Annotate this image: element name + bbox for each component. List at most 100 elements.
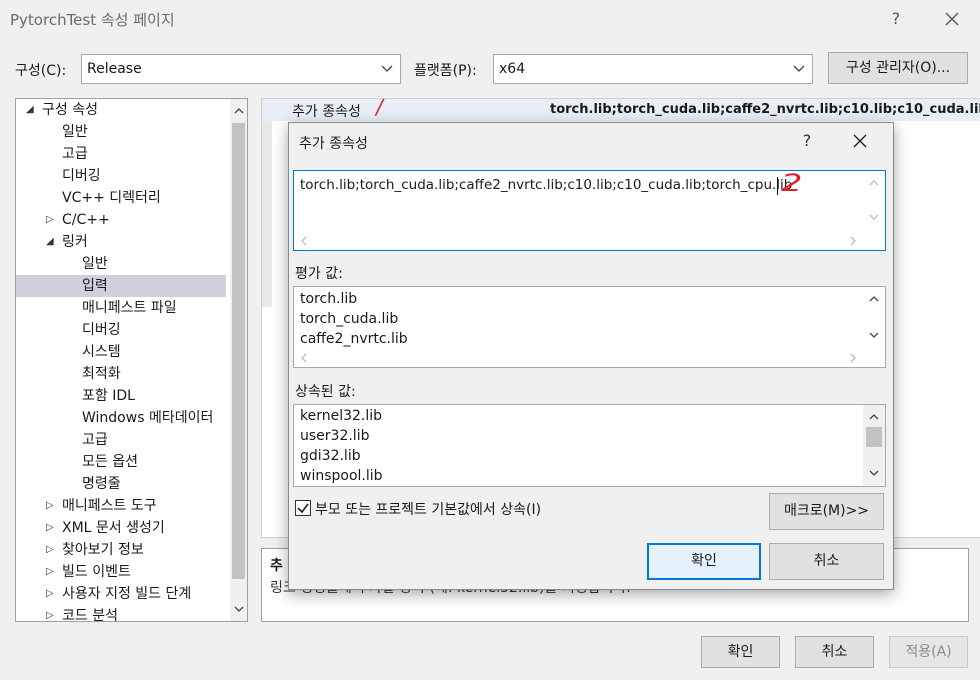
input-vscroll[interactable] [863, 171, 885, 232]
collapsed-icon[interactable]: ▷ [46, 495, 54, 517]
additional-dependencies-dialog: 추가 종속성 ? torch.lib;torch_cuda.lib;caffe2… [288, 122, 894, 590]
footer-apply-button[interactable]: 적용(A) [889, 636, 968, 668]
collapsed-icon[interactable]: ▷ [46, 561, 54, 583]
chevron-up-icon[interactable] [868, 293, 880, 305]
tree-item-label: 링커 [62, 234, 88, 250]
tree-item[interactable]: 시스템 [16, 341, 226, 363]
tree-scrollbar[interactable] [230, 99, 247, 621]
expanded-icon[interactable]: ◢ [46, 231, 54, 253]
tree-item[interactable]: ▷ 찾아보기 정보 [16, 539, 226, 561]
tree-item[interactable]: 입력 [16, 275, 226, 297]
help-button[interactable]: ? [883, 6, 909, 32]
close-icon [945, 12, 959, 26]
tree-item-label: 고급 [62, 146, 88, 162]
dependencies-input-text[interactable]: torch.lib;torch_cuda.lib;caffe2_nvrtc.li… [300, 177, 792, 193]
tree-item-label: 모든 옵션 [82, 454, 138, 470]
collapsed-icon[interactable]: ▷ [46, 605, 54, 621]
footer-cancel-label: 취소 [821, 644, 848, 660]
chevron-left-icon[interactable] [298, 235, 310, 247]
inherit-checkbox-label[interactable]: 부모 또는 프로젝트 기본값에서 상속(I) [315, 499, 541, 519]
chevron-left-icon[interactable] [298, 352, 310, 364]
close-icon [853, 134, 867, 148]
dialog-title: 추가 종속성 [299, 136, 368, 152]
evaluated-line: torch.lib [300, 291, 358, 307]
inherited-scroll-thumb[interactable] [866, 427, 882, 447]
tree-item[interactable]: 최적화 [16, 363, 226, 385]
inherited-vscroll[interactable] [863, 405, 885, 486]
tree-item[interactable]: ▷ C/C++ [16, 209, 226, 231]
chevron-down-icon[interactable] [868, 329, 880, 341]
tree-item-label: XML 문서 생성기 [62, 520, 165, 536]
tree-item[interactable]: 일반 [16, 121, 226, 143]
tree-item[interactable]: ▷ 사용자 지정 빌드 단계 [16, 583, 226, 605]
grid-margin [262, 121, 272, 307]
platform-select[interactable]: x64 [493, 54, 813, 84]
footer-ok-button[interactable]: 확인 [701, 636, 780, 668]
tree-item[interactable]: 명령줄 [16, 473, 226, 495]
chevron-up-icon[interactable] [233, 105, 245, 117]
expanded-icon[interactable]: ◢ [26, 99, 34, 121]
tree-item[interactable]: ◢ 구성 속성 [16, 99, 226, 121]
property-name: 추가 종속성 [292, 104, 361, 120]
tree-item[interactable]: 모든 옵션 [16, 451, 226, 473]
chevron-down-icon[interactable] [233, 603, 245, 615]
tree-item-label: 명령줄 [82, 476, 121, 492]
config-select[interactable]: Release [81, 54, 401, 84]
tree-item-label: 일반 [62, 124, 88, 140]
tree-item[interactable]: 디버깅 [16, 319, 226, 341]
annotation-1: / [376, 98, 383, 119]
tree-item[interactable]: 고급 [16, 143, 226, 165]
tree-item[interactable]: 디버깅 [16, 165, 226, 187]
property-tree: ◢ 구성 속성 일반 고급 디버깅 VC++ 디렉터리 ▷ C/C++ ◢ 링커 일반 입력 매니페스트… [15, 98, 248, 622]
footer-apply-label: 적용(A) [905, 644, 952, 660]
evaluated-hscroll[interactable] [294, 349, 864, 367]
tree-scroll-thumb[interactable] [232, 123, 245, 579]
config-label: 구성(C): [15, 63, 67, 79]
close-button[interactable] [939, 6, 965, 32]
collapsed-icon[interactable]: ▷ [46, 517, 54, 539]
tree-item-label: 일반 [82, 256, 108, 272]
chevron-up-icon[interactable] [868, 177, 880, 189]
tree-item-label: 최적화 [82, 366, 121, 382]
tree-item[interactable]: 일반 [16, 253, 226, 275]
chevron-down-icon[interactable] [868, 211, 880, 223]
evaluated-vscroll[interactable] [863, 287, 885, 349]
collapsed-icon[interactable]: ▷ [46, 209, 54, 231]
dialog-close-button[interactable] [852, 133, 872, 153]
macro-button[interactable]: 매크로(M)>> [769, 493, 884, 530]
chevron-right-icon[interactable] [847, 235, 859, 247]
tree-item[interactable]: VC++ 디렉터리 [16, 187, 226, 209]
dependencies-input[interactable]: torch.lib;torch_cuda.lib;caffe2_nvrtc.li… [293, 170, 886, 251]
tree-item[interactable]: Windows 메타데이터 [16, 407, 226, 429]
evaluated-line: caffe2_nvrtc.lib [300, 331, 408, 347]
tree-item[interactable]: ▷ XML 문서 생성기 [16, 517, 226, 539]
footer-cancel-button[interactable]: 취소 [795, 636, 874, 668]
input-hscroll[interactable] [294, 232, 864, 250]
dialog-help-button[interactable]: ? [795, 131, 819, 150]
annotation-2: 2 [780, 170, 803, 197]
inherit-checkbox[interactable] [295, 500, 311, 516]
window-title: PytorchTest 속성 페이지 [10, 11, 175, 29]
platform-label: 플랫폼(P): [414, 63, 477, 79]
text-cursor [777, 177, 778, 195]
chevron-up-icon[interactable] [868, 411, 880, 423]
chevron-right-icon[interactable] [847, 352, 859, 364]
tree-item[interactable]: 매니페스트 파일 [16, 297, 226, 319]
collapsed-icon[interactable]: ▷ [46, 583, 54, 605]
tree-item[interactable]: ▷ 코드 분석 [16, 605, 226, 621]
dialog-cancel-button[interactable]: 취소 [769, 543, 884, 580]
tree-item[interactable]: ◢ 링커 [16, 231, 226, 253]
config-manager-label: 구성 관리자(O)... [845, 60, 951, 76]
collapsed-icon[interactable]: ▷ [46, 539, 54, 561]
tree-item[interactable]: 고급 [16, 429, 226, 451]
tree-item[interactable]: ▷ 매니페스트 도구 [16, 495, 226, 517]
dialog-ok-button[interactable]: 확인 [647, 543, 761, 580]
inherited-line: kernel32.lib [300, 408, 383, 424]
tree-item[interactable]: 포함 IDL [16, 385, 226, 407]
tree-item-label: C/C++ [62, 212, 110, 228]
chevron-down-icon[interactable] [868, 467, 880, 479]
tree-item[interactable]: ▷ 빌드 이벤트 [16, 561, 226, 583]
tree-item-label: Windows 메타데이터 [82, 410, 214, 426]
dialog-cancel-label: 취소 [813, 553, 840, 569]
config-manager-button[interactable]: 구성 관리자(O)... [828, 52, 968, 84]
